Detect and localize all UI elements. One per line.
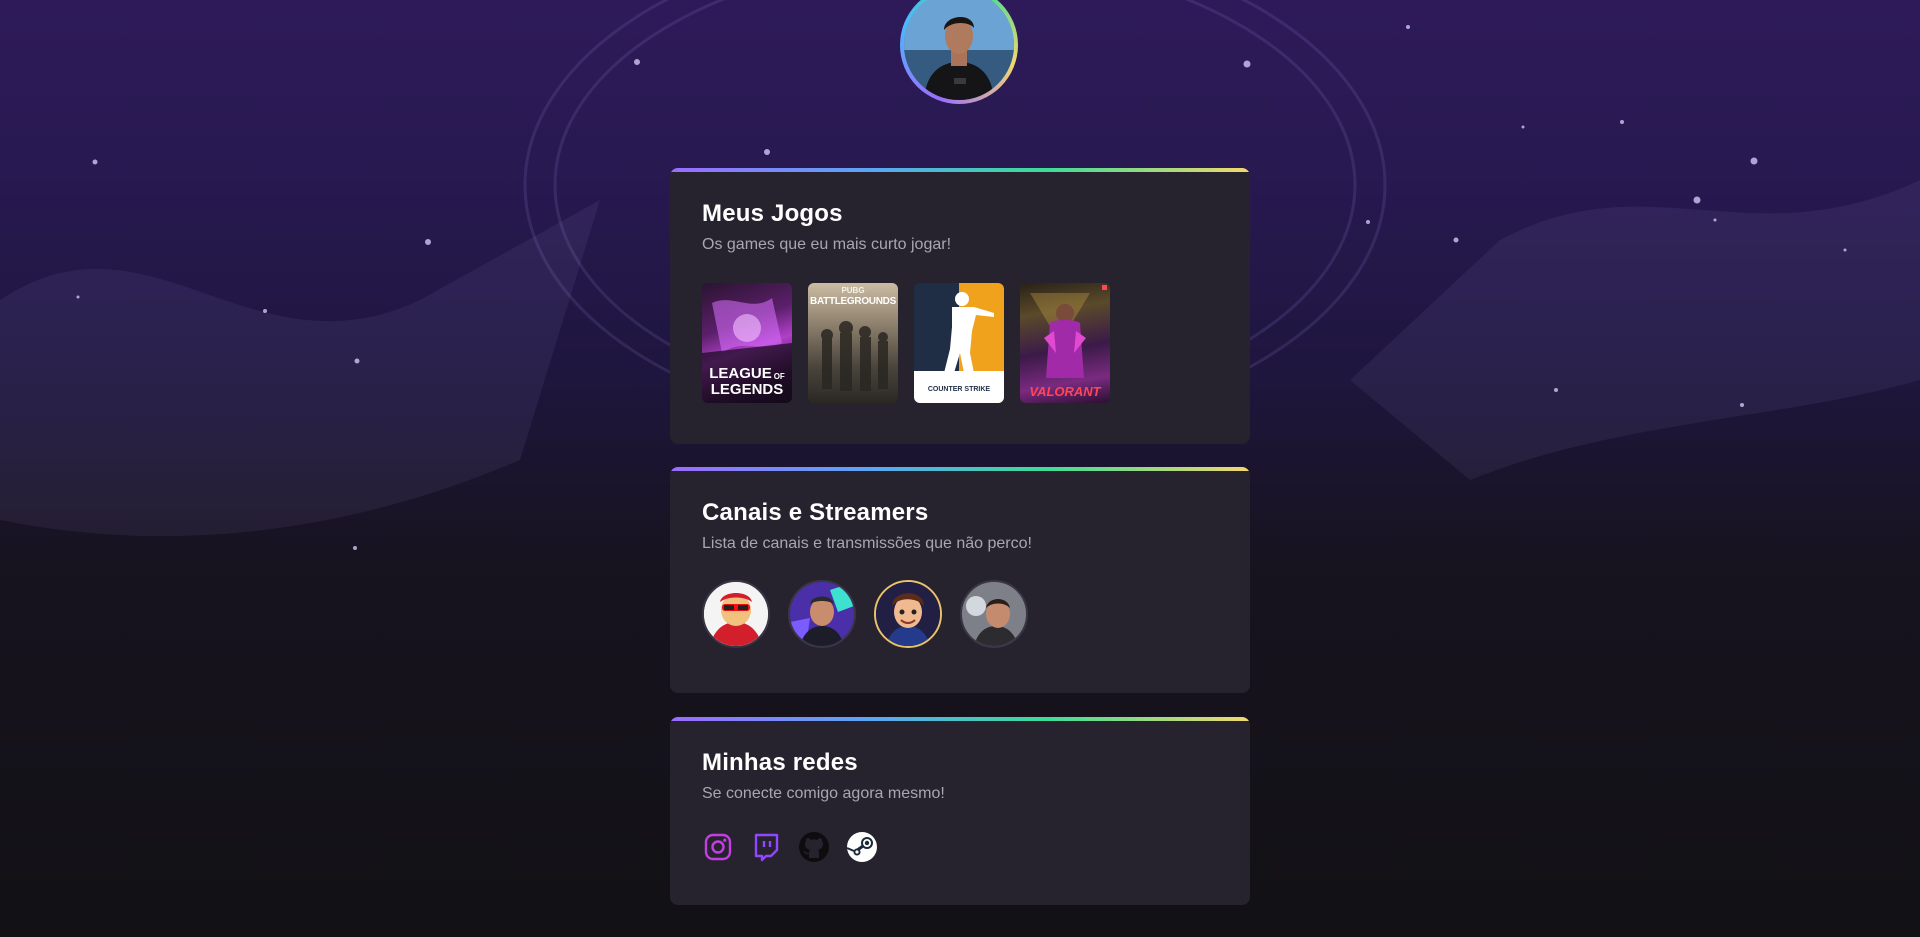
instagram-icon (704, 833, 732, 861)
game-counter-strike[interactable]: COUNTER STRIKE (914, 283, 1004, 403)
pubg-label-main: BATTLEGROUNDS (810, 296, 896, 307)
socials-card: Minhas redes Se conecte comigo agora mes… (670, 717, 1250, 905)
streamer-3-photo-icon (876, 582, 940, 646)
streamer-avatar-2[interactable] (788, 580, 856, 648)
person-photo-icon (904, 0, 1014, 100)
socials-list (702, 831, 1218, 863)
game-pubg[interactable]: PUBG BATTLEGROUNDS (808, 283, 898, 403)
games-card: Meus Jogos Os games que eu mais curto jo… (670, 168, 1250, 444)
league-label-line1: LEAGUE (709, 365, 772, 382)
games-title: Meus Jogos (702, 200, 843, 227)
league-label-of: OF (773, 372, 785, 381)
socials-title: Minhas redes (702, 749, 858, 776)
game-league-of-legends[interactable]: LEAGUE OF LEGENDS (702, 283, 792, 403)
streamers-title: Canais e Streamers (702, 499, 929, 526)
github-icon (799, 832, 829, 862)
counter-strike-label: COUNTER STRIKE (927, 386, 991, 393)
games-list: LEAGUE OF LEGENDS PUBG BATTLEGROUNDS COU… (702, 283, 1218, 403)
streamers-card: Canais e Streamers Lista de canais e tra… (670, 467, 1250, 693)
streamer-avatar-1[interactable] (702, 580, 770, 648)
streamer-4-photo-icon (962, 582, 1026, 646)
streamer-avatar-4[interactable] (960, 580, 1028, 648)
steam-link[interactable] (846, 831, 878, 863)
github-link[interactable] (798, 831, 830, 863)
pubg-label-top: PUBG (841, 286, 865, 295)
streamer-1-photo-icon (704, 582, 768, 646)
twitch-link[interactable] (750, 831, 782, 863)
profile-avatar (900, 0, 1018, 104)
valorant-label: VALORANT (1029, 384, 1101, 399)
socials-subtitle: Se conecte comigo agora mesmo! (702, 785, 945, 802)
games-subtitle: Os games que eu mais curto jogar! (702, 236, 952, 253)
streamers-subtitle: Lista de canais e transmissões que não p… (702, 535, 1032, 552)
streamers-list (702, 580, 1218, 648)
game-valorant[interactable]: VALORANT (1020, 283, 1110, 403)
counter-strike-cover-icon (914, 292, 1004, 403)
streamer-2-photo-icon (790, 582, 854, 646)
game-league-label: LEAGUE OF LEGENDS (702, 366, 792, 397)
steam-icon (846, 832, 877, 862)
twitch-icon (754, 833, 779, 862)
profile-avatar-photo (904, 0, 1014, 100)
streamer-avatar-3[interactable] (874, 580, 942, 648)
instagram-link[interactable] (702, 831, 734, 863)
league-label-line2: LEGENDS (710, 381, 784, 398)
